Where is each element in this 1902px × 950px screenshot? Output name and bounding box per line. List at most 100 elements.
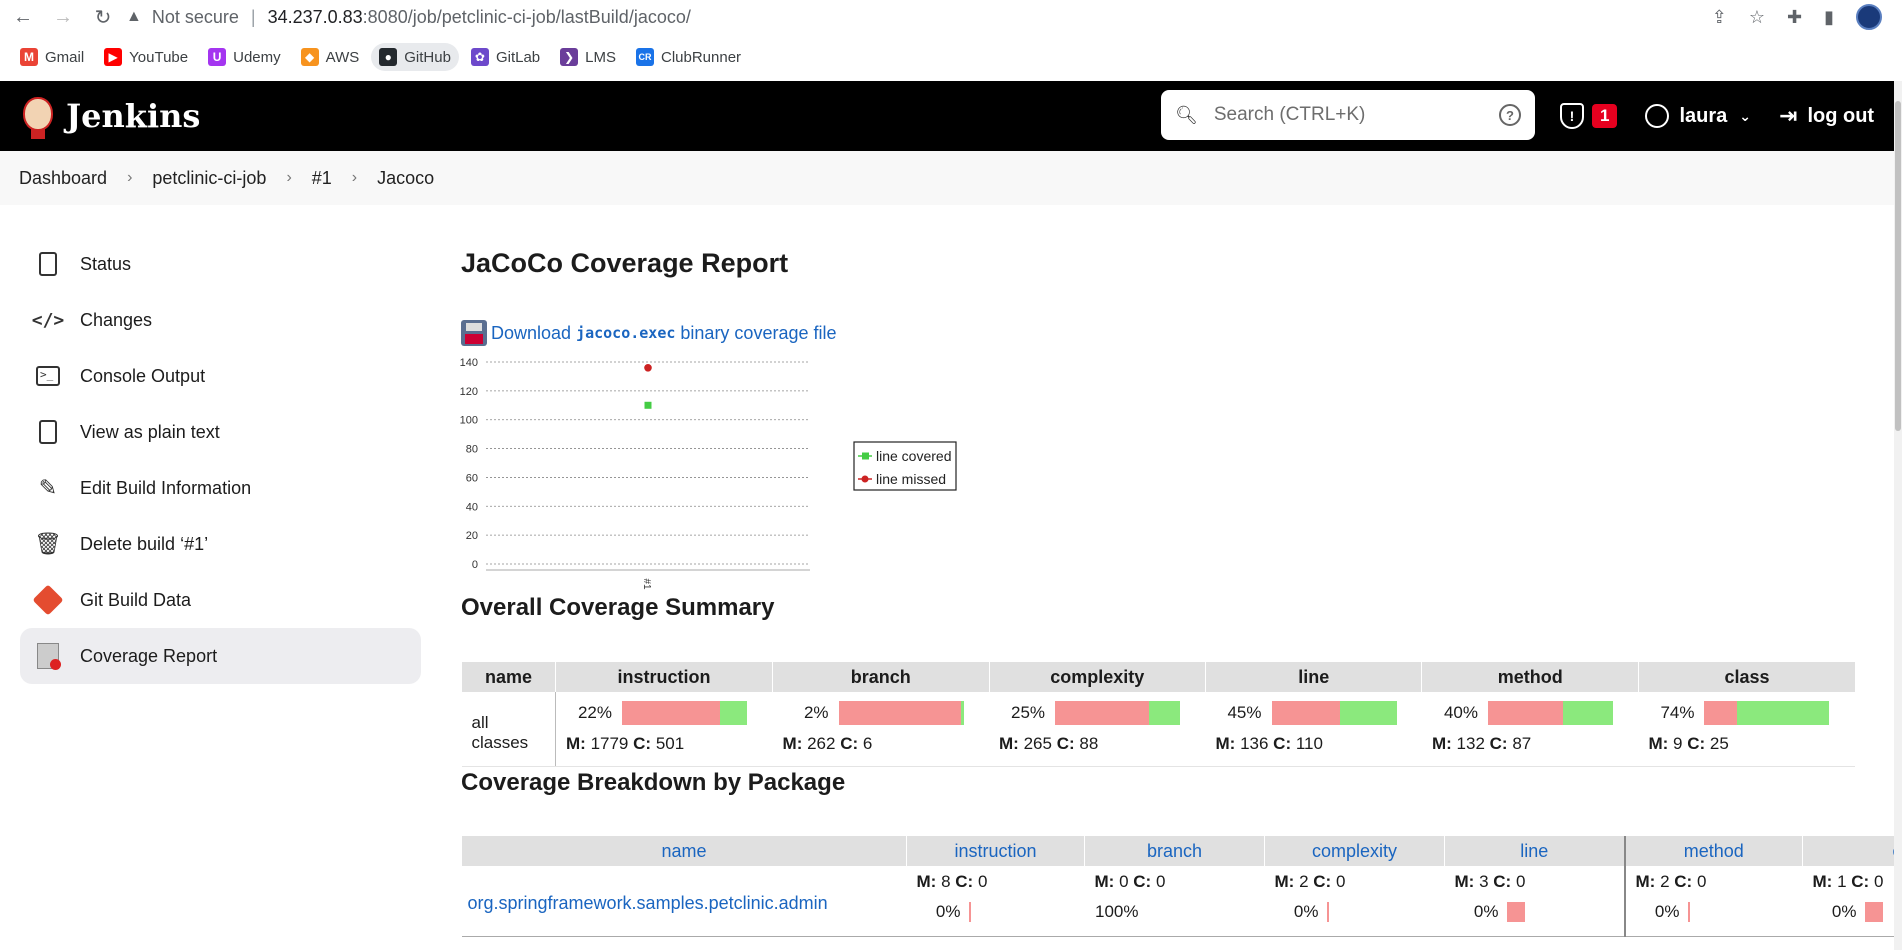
download-prefix[interactable]: Download [491, 323, 571, 344]
coverage-percent: 0% [1654, 902, 1680, 921]
missed-covered-counts: M: 0 C: 0 [1095, 872, 1255, 892]
sortable-column-header[interactable]: instruction [906, 836, 1085, 866]
side-panel-icon[interactable]: ▮ [1824, 7, 1834, 28]
bookmarks-bar: M Gmail ▶ YouTube U Udemy ◆ AWS ● GitHub ✿ GitLab ❯ L… [0, 40, 1902, 74]
back-arrow-icon[interactable]: ← [10, 4, 36, 30]
search-icon: 🔍︎ [1175, 104, 1198, 125]
address-bar[interactable]: ▲ Not secure | 34.237.0.83:8080/job/petc… [126, 7, 1712, 28]
download-coverage-link[interactable]: Download jacoco.exec binary coverage fil… [461, 320, 1891, 346]
y-tick-label: 80 [466, 444, 478, 456]
breadcrumb-item[interactable]: Jacoco [377, 168, 434, 189]
sidebar-item-git-build-data[interactable]: Git Build Data [20, 572, 421, 628]
sortable-column-header[interactable]: complexity [1264, 836, 1445, 866]
app-name: Jenkins [66, 97, 201, 135]
chevron-down-icon[interactable]: ⌄ [1739, 108, 1751, 125]
share-icon[interactable]: ⇪ [1712, 7, 1727, 28]
bookmark-label: Udemy [233, 48, 281, 66]
sidebar-item-status[interactable]: Status [20, 236, 421, 292]
y-tick-label: 40 [466, 501, 478, 513]
bookmark-gmail[interactable]: M Gmail [12, 43, 92, 71]
profile-avatar[interactable] [1856, 4, 1882, 30]
bookmark-lms[interactable]: ❯ LMS [552, 43, 624, 71]
security-label: Not secure [151, 6, 239, 27]
url-separator: | [250, 6, 256, 27]
plot-area [486, 358, 810, 568]
missed-label: M: [566, 734, 586, 753]
covered-label: C: [1493, 872, 1512, 891]
star-icon[interactable]: ☆ [1749, 7, 1765, 28]
github-icon: ● [379, 48, 398, 66]
missed-covered-counts: M: 2 C: 0 [1275, 872, 1435, 892]
coverage-cell: M: 1 C: 0 0% [1802, 866, 1902, 937]
covered-count: 88 [1079, 734, 1099, 753]
jenkins-home-link[interactable]: Jenkins [18, 93, 200, 139]
sidebar-item-delete-build-1[interactable]: 🗑︎ Delete build ‘#1’ [20, 516, 421, 572]
bookmark-udemy[interactable]: U Udemy [200, 43, 289, 71]
covered-label: C: [1313, 872, 1332, 891]
coverage-percent: 0% [935, 902, 961, 921]
covered-count: 501 [655, 734, 685, 753]
covered-count: 87 [1512, 734, 1532, 753]
coverage-cell: 22% M: 1779 C: 501 [555, 692, 773, 767]
covered-count: 25 [1709, 734, 1729, 753]
coverage-cell: M: 2 C: 0 0% [1623, 866, 1803, 937]
missed-label: M: [1648, 734, 1669, 753]
sidebar-item-coverage-report[interactable]: Coverage Report [20, 628, 421, 684]
overall-summary-table: name instruction branch complexity line metho… [461, 662, 1855, 767]
security-count-badge[interactable]: 1 [1592, 104, 1618, 128]
package-link[interactable]: org.springframework.samples.petclinic.ad… [461, 866, 907, 937]
search-input[interactable] [1213, 104, 1484, 126]
page-title: JaCoCo Coverage Report [461, 248, 789, 278]
search-box[interactable]: 🔍︎ ? [1161, 90, 1535, 140]
sortable-column-header[interactable]: branch [1084, 836, 1265, 866]
download-filename[interactable]: jacoco.exec [576, 324, 675, 342]
chevron-right-icon: › [127, 169, 133, 186]
bookmark-gitlab[interactable]: ✿ GitLab [463, 43, 548, 71]
breadcrumb-item[interactable]: Dashboard [19, 168, 107, 189]
coverage-report-icon [36, 643, 61, 670]
sortable-column-header[interactable]: c [1802, 836, 1902, 866]
missed-segment [1055, 701, 1149, 725]
page-scrollbar[interactable] [1894, 81, 1902, 950]
missed-count: 0 [1119, 872, 1129, 891]
sortable-column-header[interactable]: method [1623, 836, 1803, 866]
missed-label: M: [999, 734, 1019, 753]
breadcrumb-item[interactable]: #1 [312, 168, 332, 189]
sidebar-item-edit-build-information[interactable]: ✎ Edit Build Information [20, 460, 421, 516]
sidebar-item-changes[interactable]: </> Changes [20, 292, 421, 348]
document-icon [36, 251, 60, 277]
bookmark-aws[interactable]: ◆ AWS [293, 43, 368, 71]
coverage-trend-chart: 0 20 40 60 80 100 120 140 #1 line covered line mis… [460, 357, 957, 590]
aws-icon: ◆ [300, 48, 319, 66]
y-tick-label: 0 [472, 559, 478, 571]
help-icon[interactable]: ? [1499, 104, 1521, 126]
covered-count: 0 [1696, 872, 1707, 891]
bookmark-github[interactable]: ● GitHub [371, 43, 459, 71]
download-suffix[interactable]: binary coverage file [680, 323, 836, 344]
bookmark-clubrunner[interactable]: CR ClubRunner [628, 43, 749, 71]
bookmark-youtube[interactable]: ▶ YouTube [96, 43, 196, 71]
sortable-column-header[interactable]: line [1444, 836, 1625, 866]
sidebar-item-console-output[interactable]: >_ Console Output [20, 348, 421, 404]
table-header-row: name instruction branch complexity line metho… [461, 662, 1855, 692]
missed-count: 1779 [590, 734, 629, 753]
missed-label: M: [1635, 872, 1656, 891]
reload-icon[interactable]: ↻ [90, 4, 116, 30]
coverage-bar [1326, 902, 1329, 922]
warning-icon: ▲ [126, 8, 142, 25]
gmail-icon: M [20, 48, 38, 66]
coverage-percent: 40% [1443, 703, 1478, 722]
security-shield-icon[interactable]: ! [1560, 103, 1584, 129]
covered-segment [1562, 701, 1613, 725]
coverage-percent: 22% [577, 703, 612, 722]
terminal-icon: >_ [36, 363, 60, 389]
logout-button[interactable]: ⇥ log out [1779, 103, 1874, 129]
breadcrumb-item[interactable]: petclinic-ci-job [152, 168, 266, 189]
legend-marker [862, 452, 869, 460]
extensions-icon[interactable]: ✚ [1787, 7, 1802, 28]
sortable-column-header[interactable]: name [461, 836, 907, 866]
sidebar-item-view-as-plain-text[interactable]: View as plain text [20, 404, 421, 460]
covered-segment [1340, 701, 1397, 725]
user-menu[interactable]: laura ⌄ [1645, 104, 1751, 128]
forward-arrow-icon[interactable]: → [50, 4, 76, 30]
